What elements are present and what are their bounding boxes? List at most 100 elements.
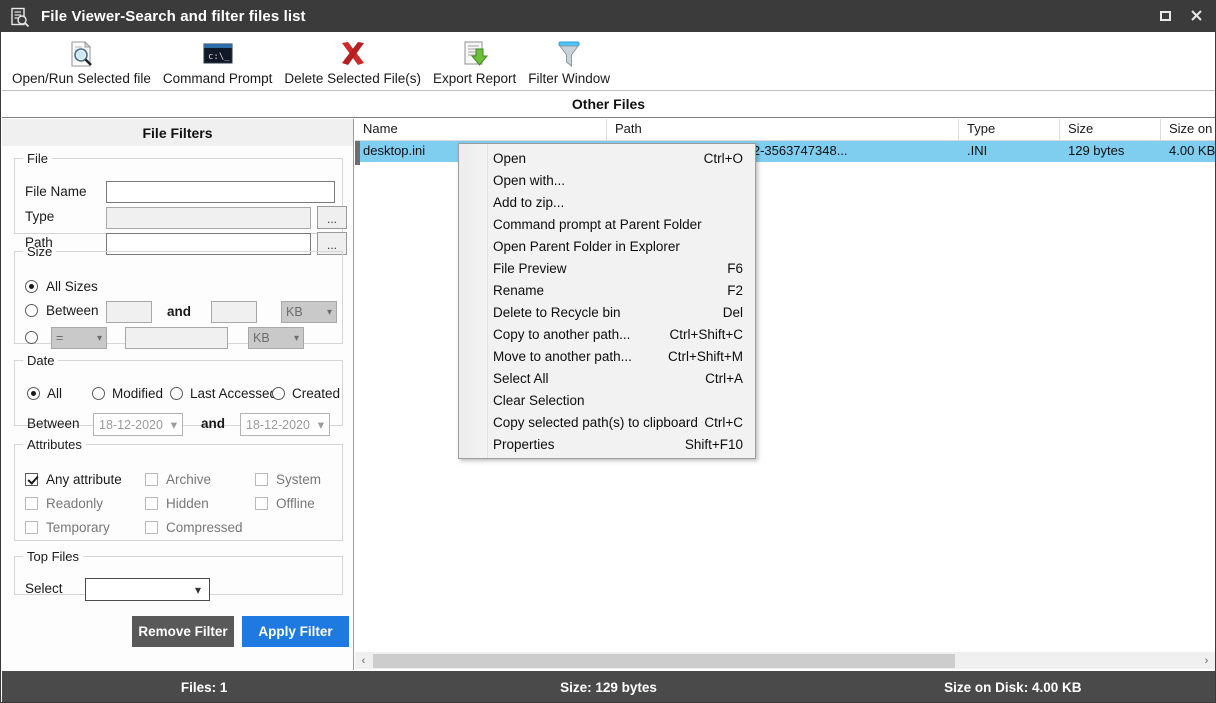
menu-item-accelerator: Ctrl+O bbox=[704, 151, 743, 166]
all-sizes-radio-row[interactable]: All Sizes bbox=[25, 279, 98, 294]
type-input[interactable] bbox=[106, 207, 311, 229]
menu-item-open[interactable]: Open Ctrl+O bbox=[459, 147, 755, 169]
column-header-size[interactable]: Size bbox=[1060, 119, 1161, 141]
archive-checkbox[interactable] bbox=[145, 473, 158, 486]
between-radio-row[interactable]: Between bbox=[25, 303, 99, 318]
scroll-thumb[interactable] bbox=[373, 654, 955, 668]
attributes-group: Attributes Any attribute Archive System … bbox=[14, 437, 343, 541]
toolbar: Open/Run Selected file c:\_ Command Prom… bbox=[2, 32, 1215, 91]
temporary-checkbox[interactable] bbox=[25, 521, 38, 534]
toolbar-delete-selected-files[interactable]: Delete Selected File(s) bbox=[278, 32, 427, 90]
date-option-modified[interactable]: Modified bbox=[92, 386, 163, 401]
vertical-scrollbar-thumb[interactable] bbox=[355, 141, 360, 165]
menu-item-copy-to-another-path[interactable]: Copy to another path... Ctrl+Shift+C bbox=[459, 323, 755, 345]
scroll-right-arrow-icon[interactable]: › bbox=[1198, 652, 1215, 669]
remove-filter-button[interactable]: Remove Filter bbox=[132, 616, 234, 647]
scroll-track[interactable] bbox=[372, 654, 1198, 668]
file-group-legend: File bbox=[23, 151, 52, 166]
compare-value-input[interactable] bbox=[125, 327, 228, 349]
toolbar-export-report[interactable]: Export Report bbox=[427, 32, 522, 90]
menu-item-label: Open with... bbox=[493, 173, 743, 188]
column-header-path[interactable]: Path bbox=[607, 119, 959, 141]
size-between-unit-combo[interactable]: KB ▾ bbox=[281, 301, 337, 323]
apply-filter-button[interactable]: Apply Filter bbox=[242, 616, 349, 647]
export-download-icon bbox=[459, 36, 491, 72]
console-icon: c:\_ bbox=[203, 36, 233, 72]
date-from-picker[interactable]: 18-12-2020 ▾ bbox=[93, 413, 183, 436]
menu-item-copy-selected-paths-to-clipboard[interactable]: Copy selected path(s) to clipboard Ctrl+… bbox=[459, 411, 755, 433]
scroll-left-arrow-icon[interactable]: ‹ bbox=[355, 652, 372, 669]
chevron-down-icon: ▾ bbox=[195, 583, 201, 597]
menu-item-label: Delete to Recycle bin bbox=[493, 305, 723, 320]
between-radio[interactable] bbox=[25, 304, 38, 317]
file-name-input[interactable] bbox=[106, 181, 335, 203]
attr-readonly[interactable]: Readonly bbox=[25, 496, 103, 511]
column-header-type[interactable]: Type bbox=[959, 119, 1060, 141]
attr-offline[interactable]: Offline bbox=[255, 496, 315, 511]
column-header-size-on-disk[interactable]: Size on D bbox=[1161, 119, 1215, 141]
date-created-radio[interactable] bbox=[272, 387, 285, 400]
menu-item-select-all[interactable]: Select All Ctrl+A bbox=[459, 367, 755, 389]
horizontal-scrollbar[interactable]: ‹ › bbox=[355, 652, 1215, 669]
attr-hidden[interactable]: Hidden bbox=[145, 496, 209, 511]
compare-radio[interactable] bbox=[25, 331, 38, 344]
chevron-down-icon: ▾ bbox=[327, 307, 332, 318]
size-between-from-input[interactable] bbox=[106, 301, 152, 323]
menu-item-label: Select All bbox=[493, 371, 705, 386]
menu-item-rename[interactable]: Rename F2 bbox=[459, 279, 755, 301]
menu-item-add-to-zip[interactable]: Add to zip... bbox=[459, 191, 755, 213]
date-option-created[interactable]: Created bbox=[272, 386, 340, 401]
date-last-accessed-radio[interactable] bbox=[170, 387, 183, 400]
menu-item-move-to-another-path[interactable]: Move to another path... Ctrl+Shift+M bbox=[459, 345, 755, 367]
attr-temporary[interactable]: Temporary bbox=[25, 520, 110, 535]
system-checkbox[interactable] bbox=[255, 473, 268, 486]
date-from-value: 18-12-2020 bbox=[99, 418, 163, 432]
size-between-to-input[interactable] bbox=[211, 301, 257, 323]
date-option-last-accessed[interactable]: Last Accessed bbox=[170, 386, 277, 401]
top-files-select-combo[interactable]: ▾ bbox=[85, 578, 210, 601]
column-header-name[interactable]: Name bbox=[355, 119, 607, 141]
attr-archive[interactable]: Archive bbox=[145, 472, 211, 487]
restore-button[interactable] bbox=[1151, 4, 1180, 27]
toolbar-label: Export Report bbox=[433, 71, 516, 86]
menu-item-label: Add to zip... bbox=[493, 195, 743, 210]
attr-any-attribute[interactable]: Any attribute bbox=[25, 472, 122, 487]
window-controls bbox=[1151, 4, 1211, 27]
menu-item-open-with[interactable]: Open with... bbox=[459, 169, 755, 191]
close-button[interactable] bbox=[1182, 4, 1211, 27]
compare-operator-combo[interactable]: = ▾ bbox=[51, 327, 107, 349]
attr-compressed[interactable]: Compressed bbox=[145, 520, 243, 535]
menu-item-label: Properties bbox=[493, 437, 685, 452]
menu-item-properties[interactable]: Properties Shift+F10 bbox=[459, 433, 755, 455]
date-modified-radio[interactable] bbox=[92, 387, 105, 400]
hidden-checkbox[interactable] bbox=[145, 497, 158, 510]
cell-size-on-disk: 4.00 KB bbox=[1161, 141, 1215, 162]
any-attribute-checkbox[interactable] bbox=[25, 473, 38, 486]
date-to-picker[interactable]: 18-12-2020 ▾ bbox=[240, 413, 330, 436]
date-modified-label: Modified bbox=[112, 386, 163, 401]
date-option-all[interactable]: All bbox=[27, 386, 62, 401]
offline-checkbox[interactable] bbox=[255, 497, 268, 510]
menu-item-command-prompt-at-parent-folder[interactable]: Command prompt at Parent Folder bbox=[459, 213, 755, 235]
chevron-down-icon: ▾ bbox=[294, 333, 299, 344]
compare-unit-combo[interactable]: KB ▾ bbox=[248, 327, 304, 349]
status-bar: Files: 1 Size: 129 bytes Size on Disk: 4… bbox=[2, 671, 1215, 703]
type-browse-button[interactable]: ... bbox=[317, 206, 347, 229]
menu-item-open-parent-folder-in-explorer[interactable]: Open Parent Folder in Explorer bbox=[459, 235, 755, 257]
toolbar-open-run-selected-file[interactable]: Open/Run Selected file bbox=[6, 32, 157, 90]
application-window: File Viewer-Search and filter files list bbox=[0, 0, 1216, 703]
status-size-on-disk: Size on Disk: 4.00 KB bbox=[811, 680, 1215, 695]
date-all-radio[interactable] bbox=[27, 387, 40, 400]
compare-radio-row[interactable] bbox=[25, 329, 38, 347]
menu-item-file-preview[interactable]: File Preview F6 bbox=[459, 257, 755, 279]
attr-system[interactable]: System bbox=[255, 472, 321, 487]
status-total-size: Size: 129 bytes bbox=[406, 680, 810, 695]
all-sizes-radio[interactable] bbox=[25, 280, 38, 293]
menu-item-delete-to-recycle-bin[interactable]: Delete to Recycle bin Del bbox=[459, 301, 755, 323]
menu-item-clear-selection[interactable]: Clear Selection bbox=[459, 389, 755, 411]
compressed-checkbox[interactable] bbox=[145, 521, 158, 534]
toolbar-filter-window[interactable]: Filter Window bbox=[522, 32, 616, 90]
close-icon bbox=[1190, 9, 1203, 22]
readonly-checkbox[interactable] bbox=[25, 497, 38, 510]
toolbar-command-prompt[interactable]: c:\_ Command Prompt bbox=[157, 32, 279, 90]
